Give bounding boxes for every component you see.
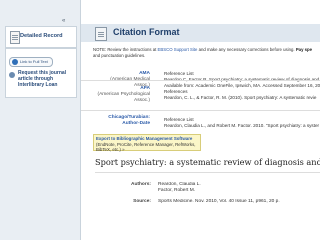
- detailed-record-link[interactable]: Detailed Record: [5, 26, 77, 48]
- style-sub-chicago: Author-Date: [122, 121, 150, 126]
- page-title: Citation Format: [113, 27, 180, 37]
- citation-style-chicago: Chicago/Turabian: Author-Date: [81, 115, 150, 127]
- ebsco-support-site-link[interactable]: EBSCO Support Site: [158, 47, 198, 52]
- left-sidebar: « Detailed Record Link to Full Text Requ…: [0, 0, 81, 240]
- export-bibliographic-software-box[interactable]: Export to Bibliographic Management Softw…: [93, 134, 201, 152]
- notice-text-pre: NOTE: Review the instructions at: [93, 47, 157, 52]
- interlibrary-loan-link[interactable]: Request this journal article through Int…: [18, 70, 74, 88]
- citation-style-apa: APA (American Psychological Assoc.): [81, 86, 150, 104]
- citation-row-chicago: Chicago/Turabian: Author-Date Reference …: [81, 110, 320, 137]
- export-line-2: BibTeX, etc.) »: [96, 147, 125, 152]
- access-links-panel: Link to Full Text Request this journal a…: [5, 48, 77, 98]
- citation-document-icon: [95, 27, 107, 41]
- authors-value: Reardon, Claudia L. Factor, Robert M.: [158, 182, 320, 194]
- interlibrary-loan-icon: [9, 72, 15, 78]
- authors-label: Authors:: [131, 182, 151, 187]
- full-text-label: Link to Full Text: [20, 59, 48, 64]
- notice-text-bold: Pay spe: [295, 47, 313, 52]
- citation-notice: NOTE: Review the instructions at EBSCO S…: [93, 47, 320, 59]
- full-text-icon: [12, 59, 18, 65]
- style-sub-apa-2: Assoc.): [134, 98, 150, 103]
- source-value: Sports Medicine. Nov. 2010, Vol. 40 Issu…: [158, 199, 320, 205]
- source-text: Sports Medicine. Nov. 2010, Vol. 40 Issu…: [158, 199, 280, 204]
- citation-text-apa: References Reardon, C. L., & Factor, R. …: [164, 89, 320, 101]
- article-title: Sport psychiatry: a systematic review of…: [95, 157, 320, 167]
- ill-line-3: Interlibrary Loan: [18, 82, 58, 88]
- collapse-sidebar-button[interactable]: «: [62, 18, 65, 24]
- citation-format-header: Citation Format: [81, 24, 320, 42]
- notice-text-post: and make any necessary corrections befor…: [198, 47, 295, 52]
- detailed-record-label: Detailed Record: [20, 33, 63, 39]
- main-content: Citation Format NOTE: Review the instruc…: [81, 0, 320, 240]
- record-divider: [95, 172, 320, 173]
- link-to-full-text-button[interactable]: Link to Full Text: [9, 57, 53, 67]
- citation-text-chicago: Reference List Reardon, Claudia L., and …: [164, 117, 320, 129]
- apa-line-2: Reardon, C. L., & Factor, R. M. (2010). …: [164, 95, 317, 100]
- chicago-line-2: Reardon, Claudia L., and Robert M. Facto…: [164, 123, 320, 128]
- citation-row-ama: AMA (American Medical Assoc.) Reference …: [81, 68, 320, 88]
- source-label: Source:: [133, 199, 151, 204]
- export-title-link[interactable]: Export to Bibliographic Management Softw…: [96, 136, 198, 142]
- document-icon: [10, 31, 20, 44]
- notice-line-2: and punctuation guidelines.: [93, 53, 146, 58]
- author-2[interactable]: Factor, Robert M.: [158, 188, 320, 194]
- citation-row-apa: APA (American Psychological Assoc.) Refe…: [81, 80, 320, 111]
